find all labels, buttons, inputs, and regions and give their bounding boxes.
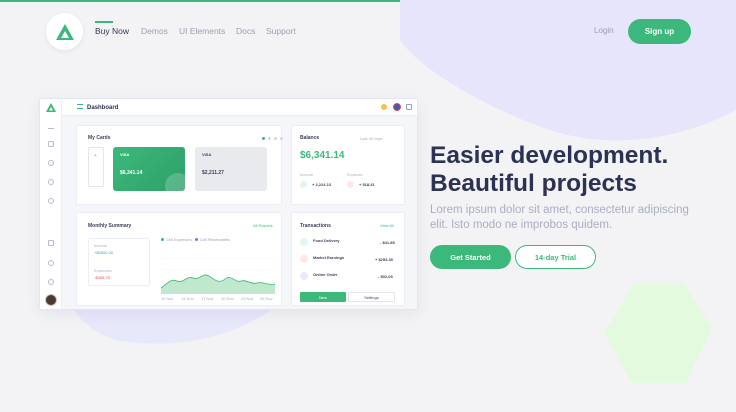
monthly-summary-title: Monthly Summary [88, 223, 132, 229]
transaction-settings-button[interactable]: Settings [348, 292, 395, 302]
summary-expenses-value: -$265.75 [94, 275, 110, 280]
transaction-amount: + $253.39 [375, 257, 393, 262]
new-transaction-button[interactable]: New [300, 292, 346, 302]
market-icon [300, 255, 308, 263]
chat-icon[interactable] [48, 198, 54, 204]
balance-panel: Balance Last 30 days $6,341.14 Income + … [291, 125, 405, 205]
my-cards-title: My Cards [88, 135, 111, 141]
dashboard-logo-icon [46, 103, 56, 112]
transaction-name: Market Earnings [313, 255, 345, 260]
get-started-button[interactable]: Get Started [430, 245, 511, 269]
summary-expenses-label: Expenses [94, 268, 112, 273]
view-all-link[interactable]: View All [380, 224, 394, 228]
nav-link-support[interactable]: Support [266, 26, 296, 36]
balance-amount: $6,341.14 [300, 150, 345, 161]
background-blob-green [604, 283, 712, 383]
user-avatar[interactable] [45, 294, 57, 306]
add-card-button[interactable]: + [88, 147, 104, 187]
card-amount: $6,341.14 [120, 170, 143, 176]
chart-x-axis: 11 Nov 14 Nov 17 Nov 20 Nov 23 Nov 26 No… [161, 297, 275, 303]
balance-title: Balance [300, 135, 320, 141]
transaction-amount: - $92.05 [378, 274, 393, 279]
dashboard-header: Dashboard [62, 99, 417, 116]
dashboard-title: Dashboard [87, 105, 119, 111]
notification-icon[interactable] [406, 104, 412, 110]
signup-button[interactable]: Sign up [628, 19, 691, 44]
x-tick: 11 Nov [161, 296, 174, 301]
logo[interactable] [46, 13, 83, 50]
grid-icon[interactable] [48, 141, 54, 147]
visa-card-primary[interactable]: VISA $6,341.14 [113, 147, 185, 191]
visa-card-secondary[interactable]: VISA $2,211.27 [195, 147, 267, 191]
legend-cell-receivables: Cell Receivables [195, 238, 230, 242]
order-icon [300, 272, 308, 280]
transactions-title: Transactions [300, 223, 331, 229]
activity-icon[interactable] [48, 123, 54, 129]
transaction-amount: - $41.85 [380, 240, 395, 245]
carousel-dots[interactable] [262, 137, 283, 140]
monthly-summary-panel: Monthly Summary All Reports Income +$585… [76, 212, 282, 306]
card-amount: $2,211.27 [202, 170, 224, 176]
login-link[interactable]: Login [594, 26, 614, 35]
x-tick: 23 Nov [241, 296, 254, 301]
logo-triangle-icon [55, 23, 74, 40]
x-tick: 14 Nov [181, 296, 194, 301]
card-brand: VISA [120, 152, 130, 157]
expense-label: Expense [347, 172, 363, 177]
transaction-name: Food Delivery [313, 238, 340, 243]
transactions-panel: Transactions View All Food Delivery - $4… [291, 212, 405, 306]
monthly-area-chart [161, 257, 275, 294]
income-value: + 2,224.13 [312, 182, 332, 187]
expense-value: + 518.41 [359, 182, 375, 187]
expense-icon [347, 181, 354, 188]
balance-filter-select[interactable]: Last 30 days [360, 137, 383, 141]
summary-box: Income +$5850.00 Expenses -$265.75 [88, 238, 150, 286]
hero-title-line-1: Easier development. [430, 142, 669, 169]
menu-icon[interactable] [77, 104, 83, 109]
nav-link-ui-elements[interactable]: UI Elements [179, 26, 225, 36]
sun-icon[interactable] [381, 104, 387, 110]
income-label: Income [300, 172, 314, 177]
transaction-name: Online Order [313, 272, 338, 277]
x-tick: 26 Nov [260, 296, 273, 301]
hero-title-line-2: Beautiful projects [430, 170, 637, 197]
legend-cell-expenses: Cell Expenses [161, 238, 192, 242]
hero-subtitle: Lorem ipsum dolor sit amet, consectetur … [430, 204, 689, 231]
dashboard-sidebar [40, 99, 62, 309]
nav-link-docs[interactable]: Docs [236, 26, 255, 36]
layout-icon[interactable] [48, 240, 54, 246]
gear-icon[interactable] [48, 279, 54, 285]
flag-icon[interactable] [393, 103, 401, 111]
top-navigation: Buy Now Demos UI Elements Docs Support L… [0, 0, 736, 62]
settings-icon[interactable] [48, 160, 54, 166]
card-brand: VISA [202, 152, 212, 157]
income-icon [300, 181, 307, 188]
nav-link-buy-now[interactable]: Buy Now [95, 21, 129, 36]
food-icon [300, 238, 308, 246]
dashboard-preview: Dashboard My Cards + VISA $6,341.14 VISA… [39, 98, 418, 310]
trial-button[interactable]: 14-day Trial [515, 245, 596, 269]
nav-link-demos[interactable]: Demos [141, 26, 168, 36]
summary-income-label: Income [94, 243, 108, 248]
my-cards-panel: My Cards + VISA $6,341.14 VISA $2,211.27 [76, 125, 283, 205]
x-tick: 17 Nov [201, 296, 214, 301]
x-tick: 20 Nov [221, 296, 234, 301]
search-icon[interactable] [48, 260, 54, 266]
hero-title: Easier development. Beautiful projects [430, 142, 668, 198]
summary-income-value: +$5850.00 [94, 250, 114, 255]
all-reports-link[interactable]: All Reports [253, 224, 273, 228]
globe-icon[interactable] [48, 179, 54, 185]
